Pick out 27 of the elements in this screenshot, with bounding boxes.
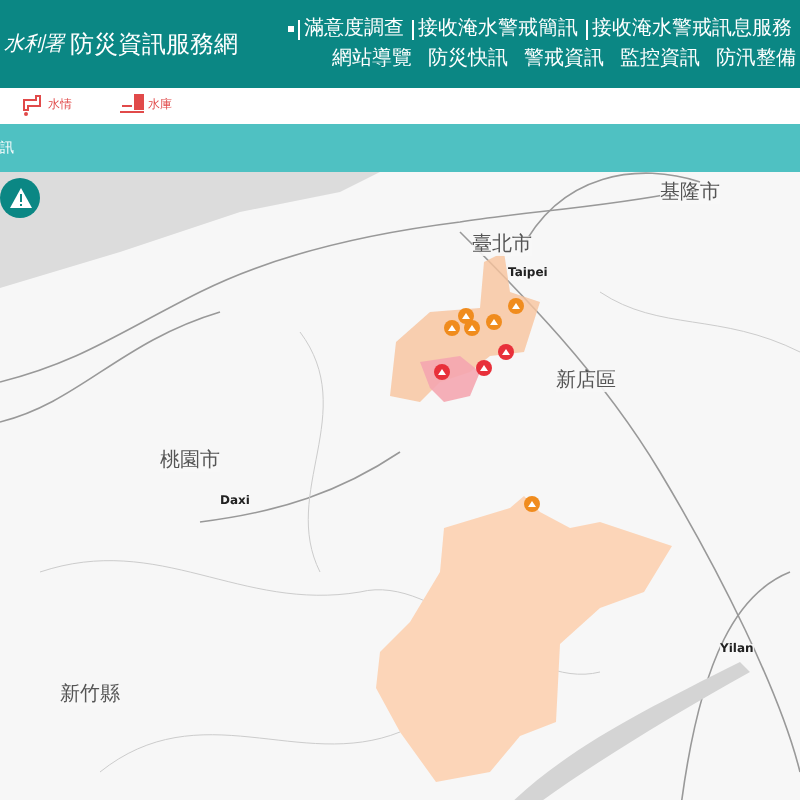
faucet-icon <box>20 92 44 116</box>
map-marker-icon[interactable] <box>444 320 460 336</box>
map-marker-icon[interactable] <box>508 298 524 314</box>
header-link[interactable]: 滿意度調查 <box>298 19 408 39</box>
nav-link-item[interactable]: 防災快訊 <box>428 49 508 69</box>
map-marker-icon[interactable] <box>464 320 480 336</box>
map-marker-icon[interactable] <box>434 364 450 380</box>
square-icon <box>288 26 294 32</box>
map-label: 臺北市 <box>472 236 532 256</box>
map-label: 新竹縣 <box>60 686 120 706</box>
site-title: 防災資訊服務網 <box>70 28 238 62</box>
header-link[interactable]: 接收淹水警戒訊息服務 <box>586 19 796 39</box>
map-label: 桃園市 <box>160 452 220 472</box>
warning-icon <box>9 188 31 208</box>
header-link[interactable]: 接收淹水警戒簡訊 <box>412 19 582 39</box>
map-marker-icon[interactable] <box>524 496 540 512</box>
map-label: 新店區 <box>556 372 616 392</box>
map-marker-icon[interactable] <box>476 360 492 376</box>
map-marker-icon[interactable] <box>498 344 514 360</box>
nav-link-item[interactable]: 防汛整備 <box>716 49 796 69</box>
nav-link-item[interactable]: 監控資訊 <box>620 49 700 69</box>
map-label: 基隆市 <box>660 184 720 204</box>
nav-link-item[interactable]: 網站導覽 <box>332 49 412 69</box>
map-marker-icon[interactable] <box>486 314 502 330</box>
nav-link-item[interactable]: 警戒資訊 <box>524 49 604 69</box>
logo-text: 水利署 <box>4 31 64 59</box>
dam-icon <box>120 92 144 116</box>
